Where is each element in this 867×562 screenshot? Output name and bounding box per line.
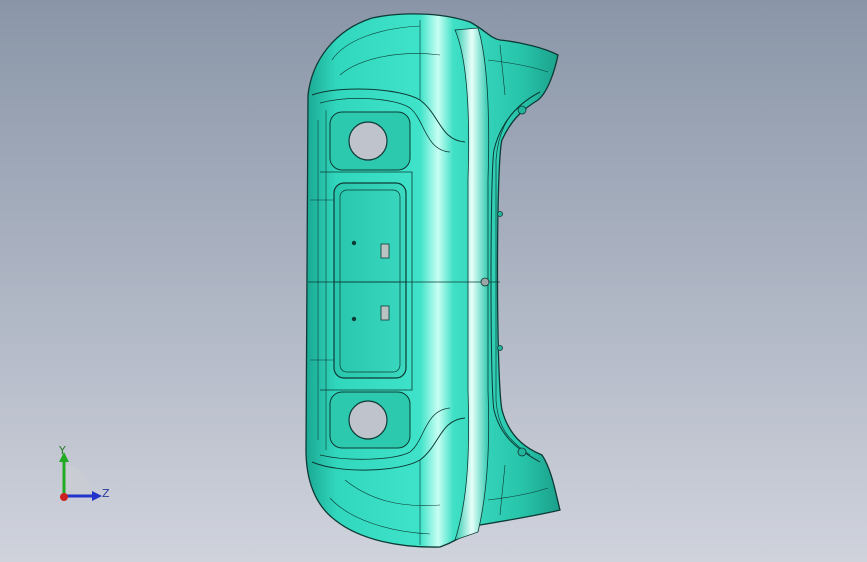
z-axis-arrow bbox=[92, 491, 102, 501]
mount-boss-2 bbox=[497, 211, 503, 217]
x-axis-dot bbox=[60, 493, 68, 501]
license-plate-recess bbox=[333, 182, 407, 379]
graphics-viewport[interactable]: Y Z bbox=[0, 0, 867, 562]
mount-boss-3 bbox=[480, 277, 490, 287]
lower-lamp-hole bbox=[348, 400, 388, 440]
cad-model[interactable] bbox=[0, 0, 867, 562]
mount-boss-1 bbox=[517, 105, 527, 115]
z-axis-label: Z bbox=[102, 487, 110, 500]
clip-slot-lower bbox=[380, 305, 390, 321]
y-axis-label: Y bbox=[59, 444, 66, 457]
screw-hole-lower bbox=[351, 316, 357, 322]
screw-hole-upper bbox=[351, 240, 357, 246]
coordinate-triad: Y Z bbox=[48, 436, 118, 508]
triad-arc bbox=[64, 464, 93, 496]
mount-boss-5 bbox=[517, 447, 527, 457]
upper-lamp-hole bbox=[348, 121, 388, 161]
mount-boss-4 bbox=[497, 345, 503, 351]
clip-slot-upper bbox=[380, 243, 390, 259]
